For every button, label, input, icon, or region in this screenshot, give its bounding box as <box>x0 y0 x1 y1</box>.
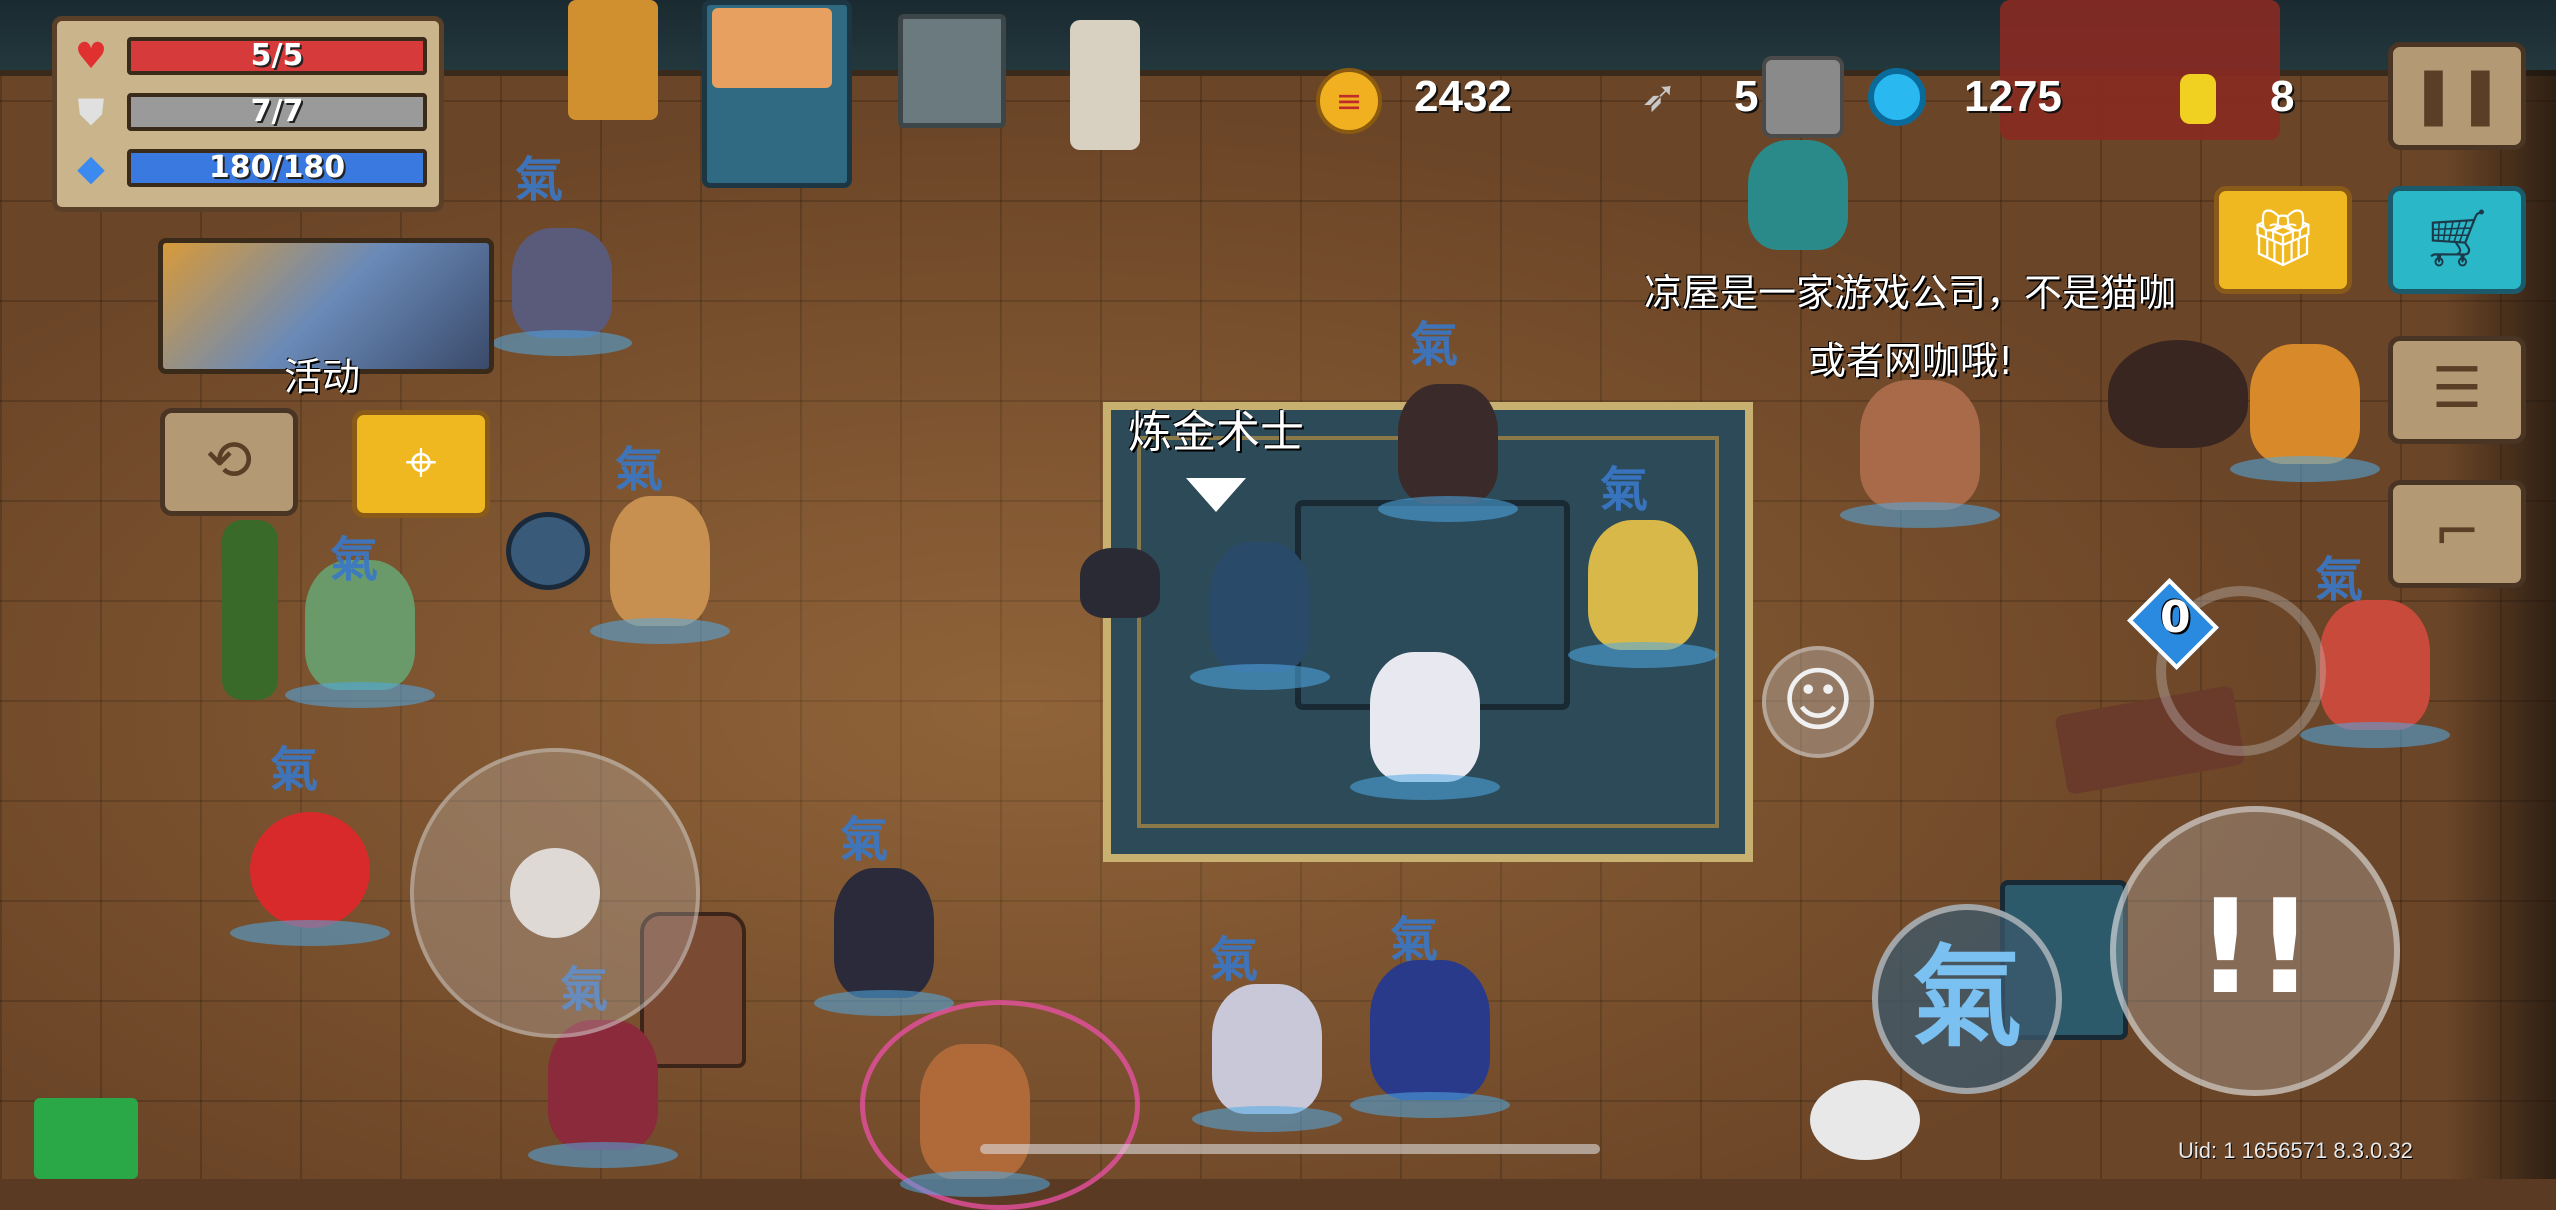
swap-character-button[interactable]: ⟲ <box>160 408 298 516</box>
gem-count: 1275 <box>1964 72 2062 121</box>
plant-pot <box>222 520 278 700</box>
character-priestess[interactable] <box>1192 984 1342 1132</box>
qi-buff-mark: 氣 <box>330 532 379 588</box>
green-bin <box>34 1098 138 1179</box>
attack-button[interactable]: !! <box>2110 806 2400 1096</box>
pedestal <box>1070 20 1140 150</box>
token-icon <box>2180 74 2216 124</box>
fish-icon: ➶ <box>1640 71 1678 122</box>
qi-buff-mark: 氣 <box>515 152 564 208</box>
gift-icon: 🎁︎ <box>2247 206 2319 271</box>
heart-icon: ♥ <box>74 36 108 77</box>
gem-icon <box>1868 68 1926 126</box>
qi-buff-mark: 氣 <box>1210 932 1259 988</box>
portal-hole <box>2108 340 2248 448</box>
character-swordsman[interactable] <box>814 868 954 1016</box>
pause-button[interactable]: ❚❚ <box>2388 42 2526 150</box>
energy-bar: 180/180 <box>127 149 427 187</box>
stairs-button[interactable]: ⌐ <box>2388 480 2526 588</box>
material-icon <box>1762 56 1844 138</box>
home-indicator <box>980 1144 1600 1154</box>
pause-icon: ❚❚ <box>2410 62 2504 127</box>
profile-button[interactable]: ☰ <box>2388 336 2526 444</box>
skill-charge-count: 0 <box>2160 592 2191 643</box>
shield-icon: ⛊ <box>77 92 105 133</box>
emote-button[interactable]: ☺ <box>1762 646 1874 758</box>
character-alchemist[interactable] <box>1190 542 1330 690</box>
player-stats-panel: ♥ 5/5 ⛊ 7/7 ◆ 180/180 <box>52 16 444 212</box>
character-dark-mage[interactable] <box>492 228 632 356</box>
npc-dialog-line-2: 或者网咖哦! <box>1808 339 2014 383</box>
attack-icon: !! <box>2195 871 2315 1023</box>
character-witch[interactable] <box>900 1044 1050 1197</box>
character-apple[interactable] <box>230 812 390 946</box>
event-label: 活动 <box>284 355 361 399</box>
character-bear[interactable] <box>590 496 730 644</box>
energy-row: ◆ 180/180 <box>71 145 431 191</box>
cart-icon: 🛒︎ <box>2421 206 2493 271</box>
black-cat[interactable] <box>1080 548 1160 618</box>
uid-label: Uid: 1 1656571 8.3.0.32 <box>2178 1138 2413 1163</box>
armor-bar: 7/7 <box>127 93 427 131</box>
character-cat-girl[interactable] <box>1840 380 2000 528</box>
skill-button[interactable]: 氣 <box>1872 904 2062 1094</box>
npc-dialog-line-1: 凉屋是一家游戏公司，不是猫咖 <box>1644 271 2177 315</box>
smile-icon: ☺ <box>1781 659 1855 741</box>
coin-icon: ≡ <box>1316 68 1382 134</box>
qi-buff-mark: 氣 <box>270 742 319 798</box>
gift-button[interactable]: 🎁︎ <box>2214 186 2352 294</box>
cabinet[interactable] <box>898 14 1006 128</box>
sheep[interactable] <box>1810 1080 1920 1160</box>
character-miner[interactable] <box>2230 344 2380 482</box>
qi-buff-mark: 氣 <box>1390 912 1439 968</box>
bowl <box>506 512 590 590</box>
shop-button[interactable]: 🛒︎ <box>2388 186 2526 294</box>
gold-count: 2432 <box>1414 72 1512 121</box>
npc-indicator-arrow <box>1186 478 1246 512</box>
armor-row: ⛊ 7/7 <box>71 89 431 135</box>
stairs-icon: ⌐ <box>2433 500 2481 565</box>
swap-icon: ⟲ <box>205 428 253 493</box>
gacha-capsules <box>712 8 832 88</box>
qi-buff-mark: 氣 <box>1410 317 1459 373</box>
npc-name-tag: 炼金术士 <box>1128 407 1304 458</box>
qi-buff-mark: 氣 <box>1600 462 1649 518</box>
character-officer[interactable] <box>1350 960 1510 1118</box>
player-character[interactable] <box>1350 652 1500 800</box>
joystick-thumb[interactable] <box>510 848 600 938</box>
character-vampire[interactable] <box>528 1020 678 1168</box>
hp-row: ♥ 5/5 <box>71 33 431 79</box>
fish-count: 5 <box>1734 72 1759 121</box>
trophy-stand <box>568 0 658 120</box>
hp-bar: 5/5 <box>127 37 427 75</box>
qi-buff-mark: 氣 <box>615 442 664 498</box>
character-warrior[interactable] <box>1378 384 1518 522</box>
profile-card-icon: ☰ <box>2431 356 2483 421</box>
token-count: 8 <box>2270 72 2295 121</box>
location-pin-icon: ⌖ <box>405 430 437 495</box>
qi-skill-glyph: 氣 <box>1912 933 2022 1062</box>
character-elf[interactable] <box>1568 520 1718 668</box>
character-knight-red[interactable] <box>2300 600 2450 748</box>
location-button[interactable]: ⌖ <box>352 410 490 518</box>
qi-buff-mark: 氣 <box>840 812 889 868</box>
qi-buff-mark: 氣 <box>2315 552 2364 608</box>
character-engineer[interactable] <box>1748 140 1848 250</box>
diamond-icon: ◆ <box>77 148 105 189</box>
